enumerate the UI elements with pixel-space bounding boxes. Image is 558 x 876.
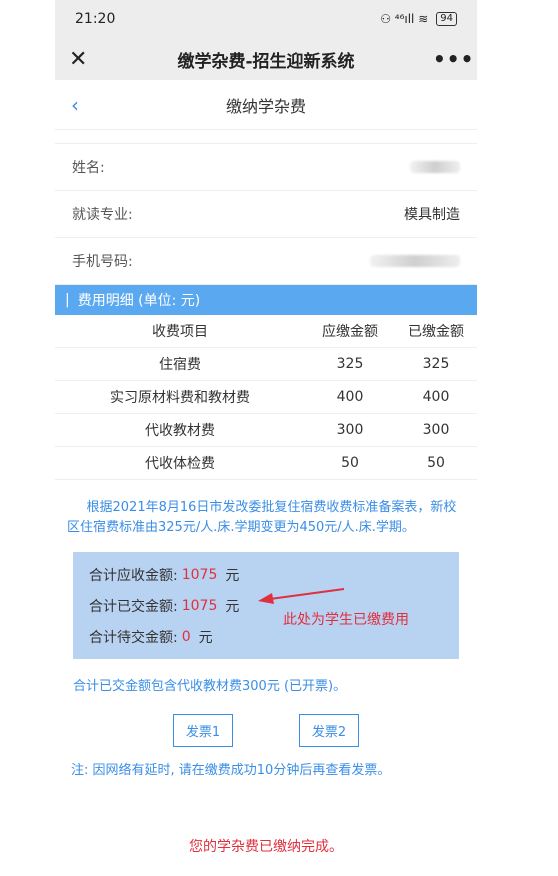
info-row-phone: 手机号码: bbox=[55, 238, 477, 285]
fee-table: 收费项目 应缴金额 已缴金额 住宿费 325 325 实习原材料费和教材费 40… bbox=[55, 315, 477, 480]
table-row: 代收教材费 300 300 bbox=[55, 413, 477, 447]
summary-due: 合计应收金额: 1075 元 bbox=[89, 560, 443, 591]
info-label: 就读专业: bbox=[72, 207, 133, 223]
redacted-value bbox=[370, 255, 460, 267]
window-title: 缴学杂费-招生迎新系统 bbox=[177, 51, 355, 72]
redacted-value bbox=[410, 161, 460, 173]
status-bar: 21:20 ⚇ ⁴⁶ıll ≋ 94 bbox=[55, 0, 477, 38]
battery-icon: 94 bbox=[436, 12, 457, 26]
signal-icon: ⚇ ⁴⁶ıll ≋ bbox=[380, 12, 429, 26]
paid-note: 合计已交金额包含代收教材费300元 (已开票)。 bbox=[73, 678, 347, 694]
summary-amount: 0 bbox=[181, 629, 191, 645]
table-row: 住宿费 325 325 bbox=[55, 347, 477, 381]
page-header: ‹ 缴纳学杂费 bbox=[55, 80, 477, 130]
table-cell: 住宿费 bbox=[55, 347, 305, 381]
clipped-row bbox=[55, 130, 477, 144]
table-cell: 代收体检费 bbox=[55, 446, 305, 480]
summary-unit: 元 bbox=[225, 599, 240, 615]
summary-unit: 元 bbox=[198, 630, 213, 646]
column-header: 收费项目 bbox=[55, 315, 305, 348]
wechat-titlebar: ✕ 缴学杂费-招生迎新系统 ••• bbox=[55, 38, 477, 80]
table-cell: 300 bbox=[395, 413, 477, 447]
info-row-major: 就读专业: 模具制造 bbox=[55, 191, 477, 238]
fee-section-header: | 费用明细 (单位: 元) bbox=[55, 285, 477, 315]
info-value: 模具制造 bbox=[404, 207, 460, 223]
column-header: 应缴金额 bbox=[305, 315, 395, 348]
page-title: 缴纳学杂费 bbox=[225, 96, 306, 116]
info-label: 手机号码: bbox=[72, 254, 133, 270]
table-cell: 400 bbox=[395, 380, 477, 414]
table-header-row: 收费项目 应缴金额 已缴金额 bbox=[55, 315, 477, 348]
table-cell: 300 bbox=[305, 413, 395, 447]
delay-note: 注: 因网络有延时, 请在缴费成功10分钟后再查看发票。 bbox=[71, 762, 391, 778]
invoice-1-button[interactable]: 发票1 bbox=[173, 713, 233, 747]
completion-message: 您的学杂费已缴纳完成。 bbox=[189, 838, 343, 855]
table-cell: 400 bbox=[305, 380, 395, 414]
summary-label: 合计待交金额: bbox=[89, 630, 178, 646]
summary-amount: 1075 bbox=[181, 598, 218, 614]
table-cell: 50 bbox=[395, 446, 477, 480]
info-row-name: 姓名: bbox=[55, 144, 477, 191]
table-cell: 50 bbox=[305, 446, 395, 480]
table-cell: 325 bbox=[305, 347, 395, 381]
table-row: 代收体检费 50 50 bbox=[55, 446, 477, 480]
summary-unit: 元 bbox=[225, 568, 240, 584]
status-time: 21:20 bbox=[75, 11, 116, 27]
fee-change-notice: 根据2021年8月16日市发改委批复住宿费收费标准备案表，新校区住宿费标准由32… bbox=[67, 499, 457, 535]
table-cell: 实习原材料费和教材费 bbox=[55, 380, 305, 414]
table-row: 实习原材料费和教材费 400 400 bbox=[55, 380, 477, 414]
more-icon[interactable]: ••• bbox=[433, 47, 473, 71]
annotation-arrow-icon bbox=[258, 588, 345, 604]
summary-label: 合计应收金额: bbox=[89, 568, 178, 584]
summary-amount: 1075 bbox=[181, 567, 218, 583]
close-icon[interactable]: ✕ bbox=[69, 47, 99, 72]
section-title: 费用明细 (单位: 元) bbox=[77, 293, 201, 309]
chevron-left-icon[interactable]: ‹ bbox=[71, 93, 97, 117]
summary-label: 合计已交金额: bbox=[89, 599, 178, 615]
info-label: 姓名: bbox=[72, 160, 105, 176]
status-icons: ⚇ ⁴⁶ıll ≋ 94 bbox=[380, 12, 457, 26]
invoice-2-button[interactable]: 发票2 bbox=[299, 713, 359, 747]
annotation-label: 此处为学生已缴费用 bbox=[283, 612, 409, 628]
phone-screen: 21:20 ⚇ ⁴⁶ıll ≋ 94 ✕ 缴学杂费-招生迎新系统 ••• ‹ 缴… bbox=[55, 0, 477, 876]
table-cell: 325 bbox=[395, 347, 477, 381]
table-cell: 代收教材费 bbox=[55, 413, 305, 447]
invoice-buttons: 发票1 发票2 bbox=[55, 713, 477, 747]
column-header: 已缴金额 bbox=[395, 315, 477, 348]
section-marker: | bbox=[65, 292, 70, 308]
